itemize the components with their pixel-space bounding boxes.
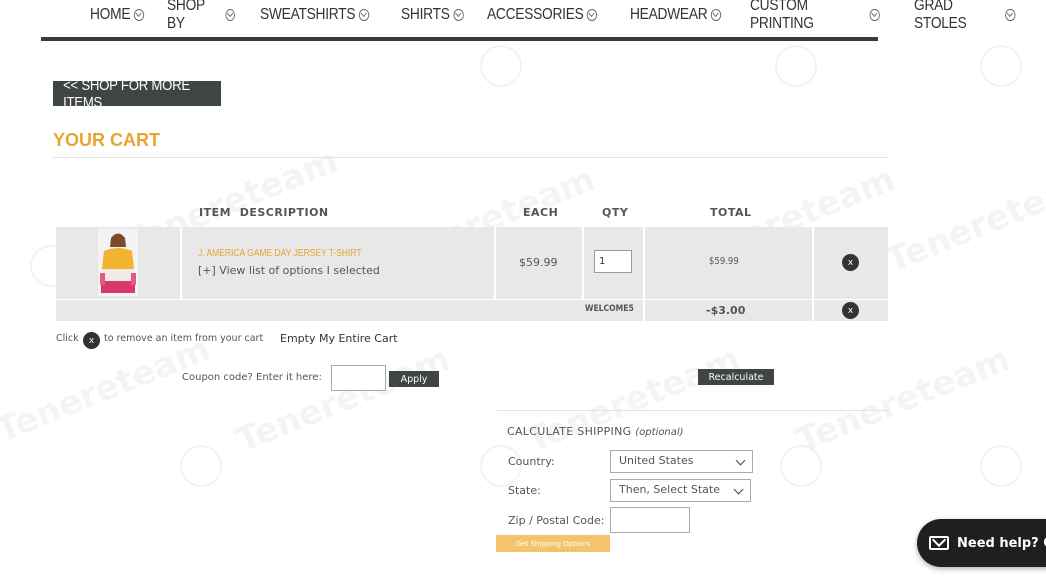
nav-item-home[interactable]: HOME [90,3,145,27]
watermark-logo-icon [180,445,222,487]
country-label: Country: [508,455,555,468]
item-each-price: $59.99 [519,256,558,269]
page-title: YOUR CART [53,130,160,150]
remove-hint-text: Click [56,333,79,344]
nav-divider [41,37,878,41]
column-header-item-description: ITEM DESCRIPTION [199,206,329,219]
nav-label: ACCESSORIES [487,6,584,23]
nav-item-shirts[interactable]: SHIRTS [400,3,464,27]
nav-label: HOME [90,6,131,23]
nav-item-headwear[interactable]: HEADWEAR [630,3,721,27]
watermark: Tenereteam [881,159,1046,281]
watermark: Tenereteam [231,339,456,461]
watermark-logo-icon [480,45,522,87]
coupon-input[interactable] [331,365,386,391]
watermark-logo-icon [980,45,1022,87]
chevron-down-icon [133,9,145,21]
cell-divider [582,227,584,299]
remove-item-button[interactable]: x [842,254,859,271]
nav-label: HEADWEAR [629,6,708,23]
nav-label: CUSTOM PRINTING [749,0,814,32]
close-icon: x [83,332,100,349]
help-chat-button[interactable]: Need help? C [917,519,1046,567]
remove-coupon-button[interactable]: x [842,302,859,319]
watermark-logo-icon [775,45,817,87]
state-label: State: [508,484,541,497]
chevron-down-icon [587,9,598,21]
watermark-logo-icon [780,445,822,487]
nav-item-grad-stoles[interactable]: GRAD STOLES [914,0,1016,32]
state-select-value: Then, Select State [619,483,720,496]
item-total-price: $59.99 [709,256,739,267]
product-image[interactable] [98,229,138,296]
quantity-input[interactable] [594,250,632,273]
country-select-value: United States [619,454,694,467]
chevron-down-icon [869,9,880,21]
optional-label: (optional) [635,427,684,438]
shop-more-button[interactable]: << SHOP FOR MORE ITEMS [53,77,221,111]
mail-icon [929,536,949,550]
cell-divider [643,227,645,299]
cell-divider [643,300,645,321]
coupon-label: Coupon code? Enter it here: [182,372,322,383]
shipping-title: CALCULATE SHIPPING (optional) [507,425,684,438]
cell-divider [494,227,496,299]
state-select[interactable]: Then, Select State [610,479,751,502]
column-header-total: TOTAL [710,206,752,219]
nav-label: GRAD STOLES [914,0,967,32]
watermark: Tenereteam [0,329,216,451]
watermark: Tenereteam [791,339,1016,461]
chevron-down-icon [358,9,369,21]
chevron-down-icon [452,9,464,21]
help-chat-label: Need help? C [957,535,1046,551]
chevron-down-icon [735,455,746,466]
chevron-down-icon [733,484,744,495]
nav-label: SHOP BY [166,0,205,32]
divider [497,410,888,411]
shipping-title-text: CALCULATE SHIPPING [507,425,632,438]
shop-more-label: << SHOP FOR MORE ITEMS [63,76,190,111]
nav-label: SHIRTS [400,6,450,23]
applied-coupon-code: WELCOME5 [585,304,634,314]
empty-cart-link[interactable]: Empty My Entire Cart [280,332,398,345]
product-name-link[interactable]: J. AMERICA GAME DAY JERSEY T-SHIRT [198,248,362,259]
apply-coupon-button[interactable]: Apply [389,371,439,387]
view-options-link[interactable]: [+] View list of options I selected [198,264,380,277]
remove-hint-text: to remove an item from your cart [104,333,264,344]
discount-amount: -$3.00 [706,304,746,317]
column-header-each: EACH [523,206,559,219]
nav-item-sweatshirts[interactable]: SWEATSHIRTS [260,3,369,27]
main-nav: HOME SHOP BY SWEATSHIRTS SHIRTS ACCESSOR… [90,0,1046,32]
divider [53,157,889,158]
nav-item-custom-printing[interactable]: CUSTOM PRINTING [750,0,880,32]
nav-item-shop-by[interactable]: SHOP BY [167,0,235,32]
cell-divider [180,227,182,299]
watermark-logo-icon [980,445,1022,487]
zip-input[interactable] [610,507,690,533]
country-select[interactable]: United States [610,450,753,473]
cell-divider [812,300,814,321]
chevron-down-icon [710,9,721,21]
zip-label: Zip / Postal Code: [508,514,605,527]
cell-divider [812,227,814,299]
nav-label: SWEATSHIRTS [259,6,356,23]
column-header-qty: QTY [602,206,629,219]
watermark: Tenereteam [521,339,746,461]
chevron-down-icon [225,9,235,21]
get-shipping-options-button[interactable]: Get Shipping Options [496,535,610,552]
chevron-down-icon [1005,9,1016,21]
nav-item-accessories[interactable]: ACCESSORIES [487,3,598,27]
table-row-discount [56,300,888,321]
recalculate-button[interactable]: Recalculate [698,369,774,385]
